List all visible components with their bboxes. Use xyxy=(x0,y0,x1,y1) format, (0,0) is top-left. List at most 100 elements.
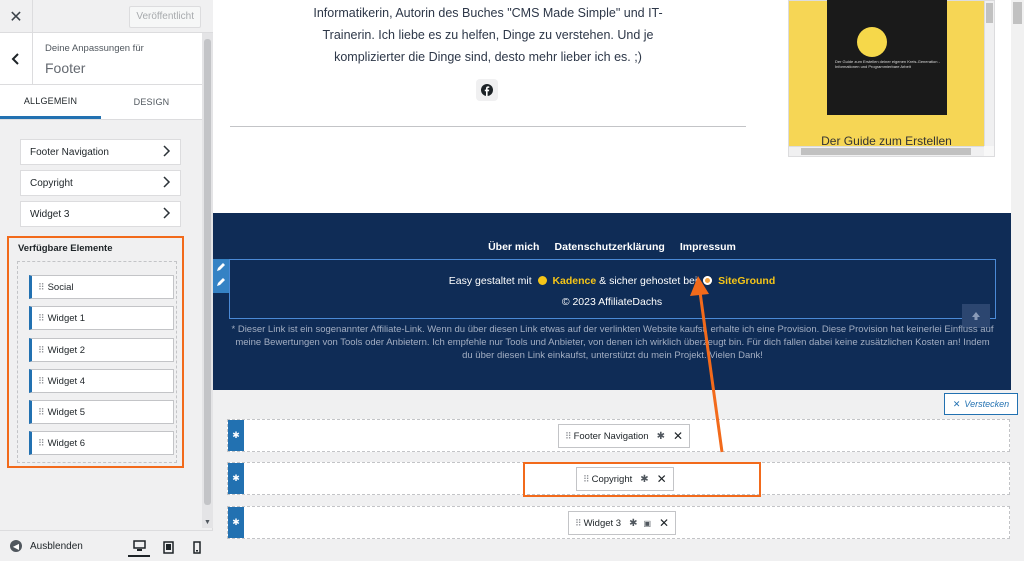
footer-link-imprint[interactable]: Impressum xyxy=(680,241,736,253)
builder-item-footer-navigation[interactable]: ⠿ Footer Navigation ✱ ✕ xyxy=(558,424,691,448)
grip-icon: ⠿ xyxy=(38,375,45,386)
author-bio-line: Informatikerin, Autorin des Buches "CMS … xyxy=(313,6,663,20)
author-bio-line: Trainerin. Ich liebe es zu helfen, Dinge… xyxy=(322,28,654,42)
widget-icon[interactable]: ▣ xyxy=(643,519,651,528)
mobile-icon[interactable] xyxy=(186,537,208,557)
pencil-icon xyxy=(217,263,225,271)
available-elements-highlight: Verfügbare Elemente ⠿ Social ⠿ Widget 1 ⠿ W… xyxy=(7,236,184,468)
sidebar-scrollbar[interactable]: ▼ xyxy=(202,33,213,528)
site-footer: Über mich Datenschutzerklärung Impressum… xyxy=(213,213,1011,390)
back-icon[interactable] xyxy=(0,33,33,85)
nav-row-copyright[interactable]: Copyright xyxy=(20,170,181,196)
section-title: Footer xyxy=(45,60,86,76)
preview-area: Informatikerin, Autorin des Buches "CMS … xyxy=(213,0,1024,561)
nav-row-label: Footer Navigation xyxy=(30,146,109,158)
hide-controls-label: Ausblenden xyxy=(30,540,83,552)
sidebar-scrollbar-thumb[interactable] xyxy=(204,39,211,505)
credit-middle: & sicher gehostet bei xyxy=(599,275,698,287)
section-panel: Footer Navigation Copyright Widget 3 Ver… xyxy=(0,120,202,530)
gear-icon[interactable]: ✱ xyxy=(228,420,244,451)
available-item-widget-6[interactable]: ⠿ Widget 6 xyxy=(29,431,174,455)
builder-item-label: Footer Navigation xyxy=(573,430,649,442)
chevron-right-icon xyxy=(163,176,171,188)
footer-credit: Easy gestaltet mit Kadence & sicher geho… xyxy=(213,275,1011,287)
available-item-social[interactable]: ⠿ Social xyxy=(29,275,174,299)
credit-link-siteground[interactable]: SiteGround xyxy=(718,275,775,287)
gear-icon[interactable]: ✱ xyxy=(629,518,637,529)
x-icon: ✕ xyxy=(952,398,961,409)
tab-design[interactable]: DESIGN xyxy=(101,85,202,119)
ad-vertical-scrollbar[interactable] xyxy=(984,1,994,146)
siteground-icon xyxy=(703,276,713,285)
close-icon[interactable]: ✕ xyxy=(0,0,33,33)
chevron-right-icon xyxy=(163,145,171,157)
x-icon[interactable]: ✕ xyxy=(659,516,669,530)
available-item-label: Widget 1 xyxy=(47,312,86,324)
nav-row-label: Copyright xyxy=(30,177,73,189)
content-divider xyxy=(230,126,746,127)
facebook-icon[interactable] xyxy=(476,79,498,101)
grip-icon: ⠿ xyxy=(38,406,45,417)
available-item-widget-2[interactable]: ⠿ Widget 2 xyxy=(29,338,174,362)
hide-builder-button[interactable]: ✕ Verstecken xyxy=(944,393,1018,415)
gear-icon[interactable]: ✱ xyxy=(657,431,665,442)
desktop-icon[interactable] xyxy=(128,537,150,557)
builder-item-label: Widget 3 xyxy=(583,517,622,529)
grip-icon: ⠿ xyxy=(38,312,45,323)
x-icon[interactable]: ✕ xyxy=(673,429,683,443)
page-content: Informatikerin, Autorin des Buches "CMS … xyxy=(213,0,1024,213)
builder-item-widget-3[interactable]: ⠿ Widget 3 ✱ ▣ ✕ xyxy=(568,511,677,535)
hide-controls-button[interactable]: ◀ Ausblenden xyxy=(10,540,83,552)
tab-allgemein[interactable]: ALLGEMEIN xyxy=(0,85,101,119)
copyright-highlight-box xyxy=(523,462,761,497)
scroll-down-arrow-icon[interactable]: ▼ xyxy=(204,519,211,526)
available-item-label: Widget 5 xyxy=(47,406,86,418)
section-header: Deine Anpassungen für Footer xyxy=(0,33,202,85)
chevron-right-icon xyxy=(163,207,171,219)
palette-icon xyxy=(537,276,547,285)
customizer-sidebar: ✕ Veröffentlicht Deine Anpassungen für F… xyxy=(0,0,213,561)
footer-navigation: Über mich Datenschutzerklärung Impressum xyxy=(213,241,1011,253)
ad-banner-image[interactable]: Der Guide zum Erstellen deiner eigenen K… xyxy=(789,0,984,148)
credit-link-kadence[interactable]: Kadence xyxy=(552,275,596,287)
available-item-label: Widget 2 xyxy=(47,344,86,356)
copyright-text: © 2023 AffiliateDachs xyxy=(561,296,663,308)
ad-vertical-scrollbar-thumb[interactable] xyxy=(986,3,993,23)
ad-horizontal-scrollbar[interactable] xyxy=(789,146,984,156)
book-cover-text: Der Guide zum Erstellen deiner eigenen K… xyxy=(835,59,940,69)
book-cover-image: Der Guide zum Erstellen deiner eigenen K… xyxy=(827,0,947,115)
available-item-widget-4[interactable]: ⠿ Widget 4 xyxy=(29,369,174,393)
nav-row-label: Widget 3 xyxy=(30,208,70,220)
tablet-icon[interactable] xyxy=(157,537,179,557)
available-item-label: Widget 4 xyxy=(47,375,86,387)
footer-link-about[interactable]: Über mich xyxy=(488,241,539,253)
section-subtitle: Deine Anpassungen für xyxy=(45,43,144,54)
grip-icon: ⠿ xyxy=(38,437,45,448)
gear-icon[interactable]: ✱ xyxy=(228,463,244,494)
sidebar-topbar: ✕ Veröffentlicht xyxy=(0,0,213,33)
nav-row-widget-3[interactable]: Widget 3 xyxy=(20,201,181,227)
ad-banner[interactable]: Der Guide zum Erstellen deiner eigenen K… xyxy=(788,0,995,157)
affiliate-disclaimer: * Dieser Link ist ein sogenannter Affili… xyxy=(231,324,994,361)
grip-icon: ⠿ xyxy=(565,430,572,441)
grip-icon: ⠿ xyxy=(575,517,582,528)
gear-icon[interactable]: ✱ xyxy=(228,507,244,538)
available-item-label: Social xyxy=(47,281,74,293)
available-item-widget-1[interactable]: ⠿ Widget 1 xyxy=(29,306,174,330)
builder-row-top[interactable]: ✱ ⠿ Footer Navigation ✱ ✕ xyxy=(227,419,1010,452)
available-elements-title: Verfügbare Elemente xyxy=(18,243,113,254)
footer-bottom-row-outline xyxy=(229,259,996,319)
author-bio-line: komplizierter die Dinge sind, desto mehr… xyxy=(334,50,642,64)
book-cover-sun xyxy=(857,27,887,57)
preview-scrollbar[interactable] xyxy=(1011,0,1024,390)
footer-link-privacy[interactable]: Datenschutzerklärung xyxy=(555,241,665,253)
publish-button[interactable]: Veröffentlicht xyxy=(129,6,201,28)
ad-horizontal-scrollbar-thumb[interactable] xyxy=(801,148,971,155)
hide-builder-label: Verstecken xyxy=(964,399,1010,409)
sidebar-footer: ◀ Ausblenden xyxy=(0,530,213,561)
nav-row-footer-navigation[interactable]: Footer Navigation xyxy=(20,139,181,165)
collapse-icon: ◀ xyxy=(10,540,22,552)
builder-row-bottom[interactable]: ✱ ⠿ Widget 3 ✱ ▣ ✕ xyxy=(227,506,1010,539)
available-item-widget-5[interactable]: ⠿ Widget 5 xyxy=(29,400,174,424)
preview-scrollbar-thumb[interactable] xyxy=(1013,2,1022,24)
